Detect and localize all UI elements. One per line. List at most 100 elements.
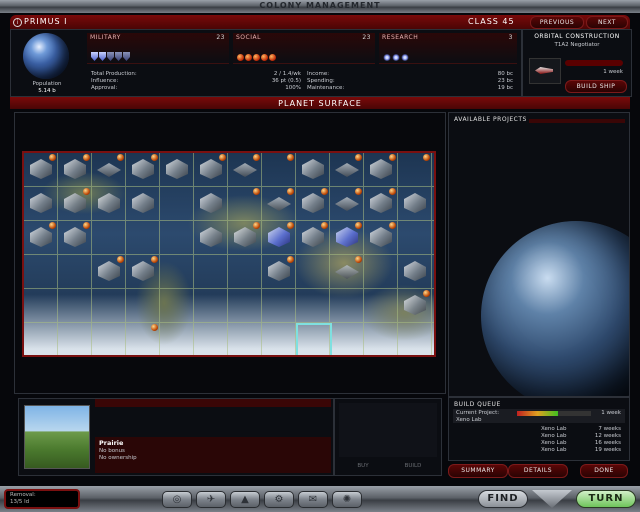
grid-tile[interactable] <box>262 323 296 355</box>
warning-icon[interactable]: ▲ <box>230 491 260 508</box>
done-button[interactable]: Done <box>580 464 628 478</box>
grid-tile[interactable] <box>330 255 364 289</box>
grid-tile[interactable] <box>398 289 432 323</box>
grid-tile[interactable] <box>432 323 434 355</box>
grid-tile[interactable] <box>432 289 434 323</box>
previous-button[interactable]: Previous <box>530 16 584 29</box>
grid-tile[interactable] <box>262 221 296 255</box>
globe-icon[interactable]: ✺ <box>332 491 362 508</box>
turn-button[interactable]: Turn <box>576 490 636 508</box>
queue-item[interactable]: Xeno Lab 16 weeks <box>453 440 625 447</box>
grid-tile[interactable] <box>194 187 228 221</box>
grid-tile[interactable] <box>58 153 92 187</box>
ship-icon[interactable]: ✈ <box>196 491 226 508</box>
grid-tile[interactable] <box>126 323 160 355</box>
grid-tile[interactable] <box>194 153 228 187</box>
grid-tile[interactable] <box>364 255 398 289</box>
grid-tile[interactable] <box>24 187 58 221</box>
grid-tile[interactable] <box>330 323 364 355</box>
grid-tile[interactable] <box>58 221 92 255</box>
queue-current-row[interactable]: Current Project: Xeno Lab 1 week <box>453 409 625 423</box>
grid-tile[interactable] <box>126 221 160 255</box>
grid-tile[interactable] <box>194 323 228 355</box>
grid-tile[interactable] <box>432 187 434 221</box>
grid-tile[interactable] <box>364 289 398 323</box>
details-tab[interactable]: Details <box>508 464 568 478</box>
grid-tile[interactable] <box>58 323 92 355</box>
grid-tile[interactable] <box>126 153 160 187</box>
grid-tile[interactable] <box>330 221 364 255</box>
grid-tile[interactable] <box>228 323 262 355</box>
grid-tile[interactable] <box>58 289 92 323</box>
grid-tile[interactable] <box>24 323 58 355</box>
find-button[interactable]: Find <box>478 490 528 508</box>
grid-tile[interactable] <box>262 255 296 289</box>
grid-tile[interactable] <box>228 187 262 221</box>
next-button[interactable]: Next <box>586 16 628 29</box>
grid-tile[interactable] <box>262 153 296 187</box>
grid-tile[interactable] <box>398 323 432 355</box>
grid-tile[interactable] <box>160 323 194 355</box>
grid-tile[interactable] <box>160 187 194 221</box>
grid-tile[interactable] <box>160 153 194 187</box>
grid-tile[interactable] <box>262 187 296 221</box>
grid-tile[interactable] <box>92 323 126 355</box>
grid-tile[interactable] <box>296 221 330 255</box>
grid-tile[interactable] <box>296 187 330 221</box>
tile-selector[interactable] <box>296 323 332 355</box>
grid-tile[interactable] <box>330 153 364 187</box>
grid-tile[interactable] <box>24 289 58 323</box>
grid-tile[interactable] <box>24 221 58 255</box>
build-ship-button[interactable]: Build Ship <box>565 80 627 93</box>
grid-tile[interactable] <box>92 289 126 323</box>
grid-tile[interactable] <box>330 289 364 323</box>
grid-tile[interactable] <box>364 153 398 187</box>
grid-tile[interactable] <box>58 255 92 289</box>
grid-tile[interactable] <box>364 221 398 255</box>
grid-tile[interactable] <box>58 187 92 221</box>
grid-tile[interactable] <box>398 221 432 255</box>
grid-tile[interactable] <box>262 289 296 323</box>
grid-tile[interactable] <box>160 221 194 255</box>
queue-item[interactable]: Xeno Lab 7 weeks <box>453 426 625 433</box>
grid-tile[interactable] <box>92 255 126 289</box>
mail-icon[interactable]: ✉ <box>298 491 328 508</box>
grid-tile[interactable] <box>330 187 364 221</box>
grid-tile[interactable] <box>92 187 126 221</box>
grid-tile[interactable] <box>228 289 262 323</box>
planet-globe[interactable] <box>23 33 69 79</box>
planet-icon[interactable]: ◎ <box>162 491 192 508</box>
grid-tile[interactable] <box>92 221 126 255</box>
grid-tile[interactable] <box>228 221 262 255</box>
grid-tile[interactable] <box>228 153 262 187</box>
grid-tile[interactable] <box>398 153 432 187</box>
grid-tile[interactable] <box>126 187 160 221</box>
grid-tile[interactable] <box>160 255 194 289</box>
grid-tile[interactable] <box>398 187 432 221</box>
build-button[interactable]: Build <box>395 463 431 470</box>
grid-tile[interactable] <box>296 153 330 187</box>
grid-tile[interactable] <box>432 153 434 187</box>
grid-tile[interactable] <box>364 187 398 221</box>
queue-item[interactable]: Xeno Lab 19 weeks <box>453 447 625 454</box>
summary-tab[interactable]: Summary <box>448 464 508 478</box>
grid-tile[interactable] <box>432 255 434 289</box>
grid-tile[interactable] <box>432 221 434 255</box>
grid-tile[interactable] <box>92 153 126 187</box>
grid-tile[interactable] <box>126 255 160 289</box>
grid-tile[interactable] <box>228 255 262 289</box>
grid-tile[interactable] <box>296 289 330 323</box>
buy-button[interactable]: Buy <box>345 463 381 470</box>
grid-tile[interactable] <box>126 289 160 323</box>
grid-tile[interactable] <box>194 289 228 323</box>
grid-tile[interactable] <box>364 323 398 355</box>
grid-tile[interactable] <box>194 255 228 289</box>
grid-tile[interactable] <box>24 255 58 289</box>
grid-tile[interactable] <box>160 289 194 323</box>
gear-icon[interactable]: ⚙ <box>264 491 294 508</box>
queue-item[interactable]: Xeno Lab 12 weeks <box>453 433 625 440</box>
grid-tile[interactable] <box>296 255 330 289</box>
grid-tile[interactable] <box>194 221 228 255</box>
grid-tile[interactable] <box>24 153 58 187</box>
info-icon[interactable]: i <box>13 18 22 27</box>
